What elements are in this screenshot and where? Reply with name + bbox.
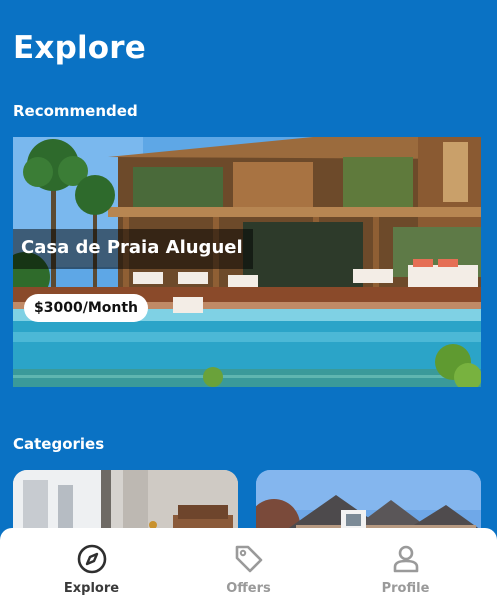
nav-label-profile: Profile <box>381 581 430 596</box>
page-title: Explore <box>13 30 146 66</box>
recommended-section-title: Recommended <box>13 102 138 120</box>
explore-screen: Explore Recommended Casa de Praia Alugue… <box>0 0 497 605</box>
person-icon <box>393 545 418 573</box>
nav-item-offers[interactable]: Offers <box>189 528 309 605</box>
tag-icon <box>235 545 262 573</box>
bottom-navigation: Explore Offers Profile <box>0 528 497 605</box>
price-badge: $3000/Month <box>24 294 148 322</box>
categories-section-title: Categories <box>13 435 105 453</box>
nav-item-profile[interactable]: Profile <box>346 528 466 605</box>
compass-icon <box>77 544 106 574</box>
recommended-card[interactable]: Casa de Praia Aluguel $3000/Month <box>13 137 481 387</box>
nav-label-offers: Offers <box>226 581 271 596</box>
nav-item-explore[interactable]: Explore <box>32 528 152 605</box>
property-title: Casa de Praia Aluguel <box>13 229 253 269</box>
nav-label-explore: Explore <box>63 581 120 596</box>
